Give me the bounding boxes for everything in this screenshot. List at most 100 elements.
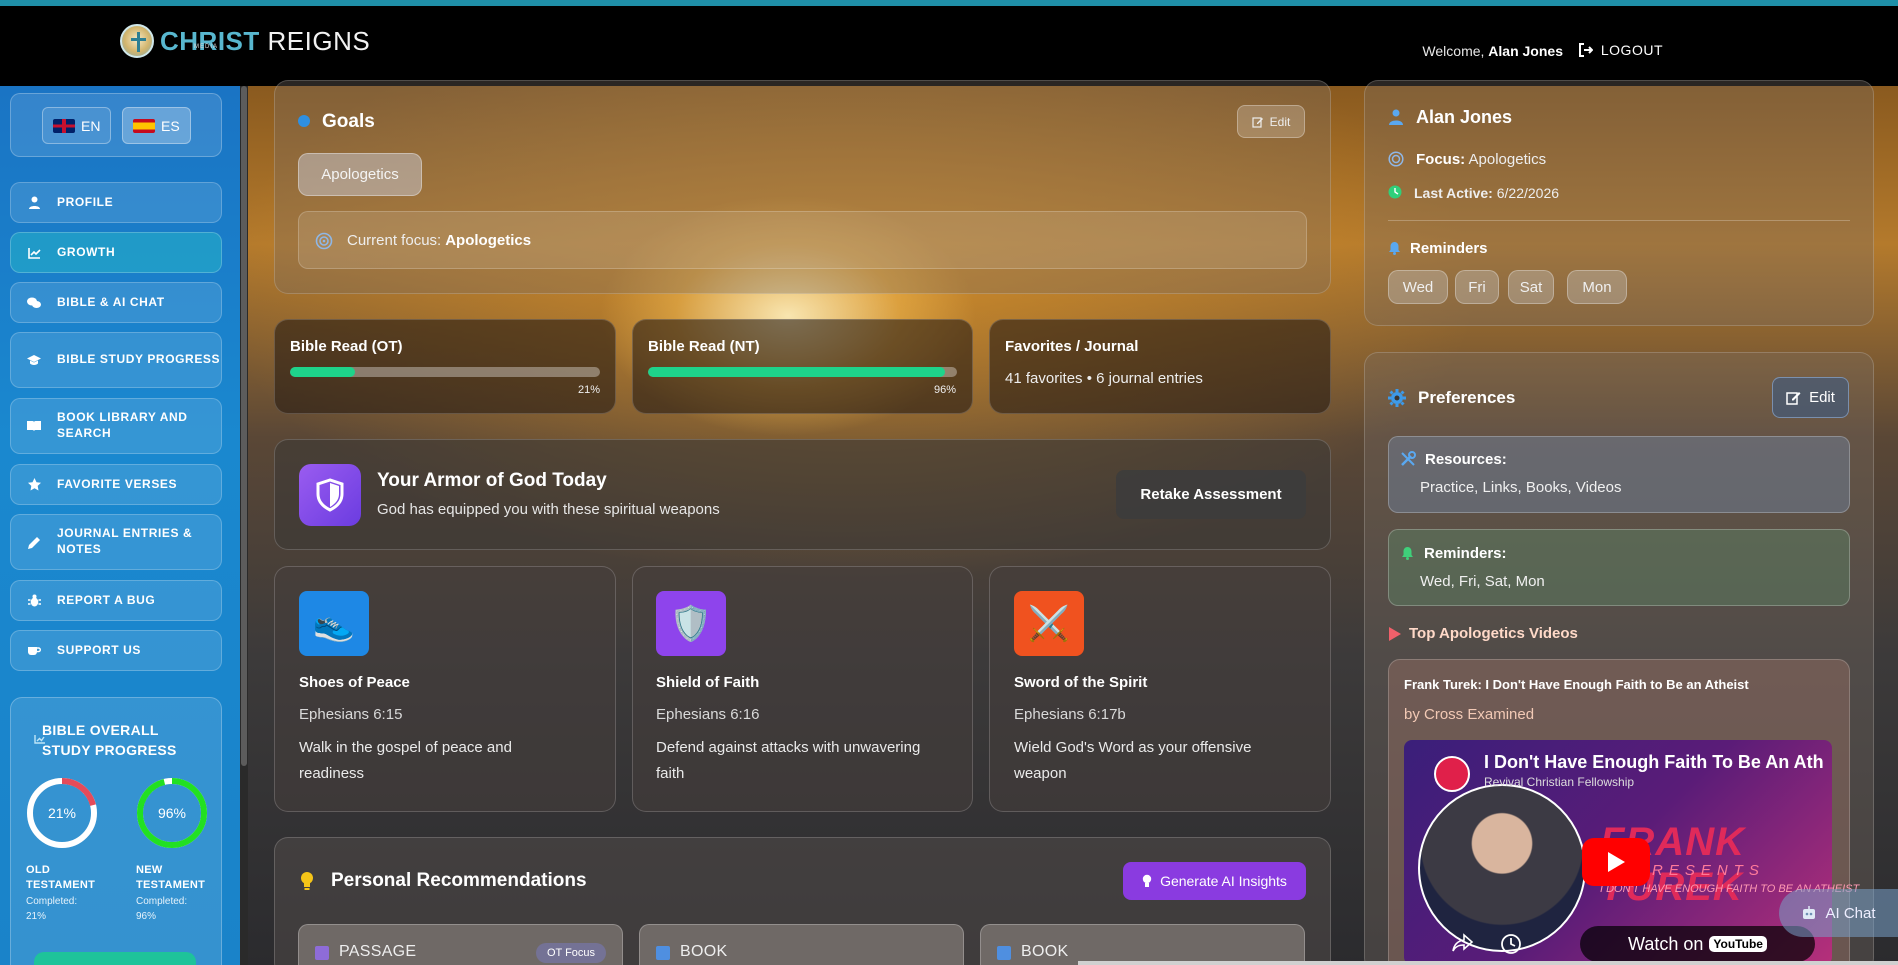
ot-completed: Completed: 21% [26, 896, 78, 922]
sidebar-item-label: BIBLE & AI CHAT [57, 294, 165, 309]
goal-tag[interactable]: Apologetics [298, 153, 422, 196]
reminder-day-chip: Sat [1508, 270, 1554, 304]
ot-label: OLD TESTAMENT [26, 864, 96, 891]
book-open-icon [27, 419, 41, 433]
sidebar-scroll-thumb[interactable] [241, 86, 247, 766]
weapon-ref: Ephesians 6:16 [656, 706, 760, 723]
sidebar-item-label: JOURNAL ENTRIES & NOTES [57, 526, 193, 556]
current-focus-box: Current focus: Apologetics [298, 211, 1307, 269]
rec-chip-book[interactable]: BOOK [980, 924, 1305, 965]
sidebar-item-report-bug[interactable]: REPORT A BUG [10, 580, 222, 621]
video-overlay-title[interactable]: I Don't Have Enough Faith To Be An Ath [1484, 752, 1829, 773]
user-icon [1389, 109, 1403, 125]
bell-icon [1402, 547, 1413, 560]
brand-sub: MEDIA [194, 44, 219, 50]
weapon-desc: Walk in the gospel of peace and readines… [299, 739, 512, 782]
weapon-ref: Ephesians 6:15 [299, 706, 403, 723]
weapon-desc: Wield God's Word as your offensive weapo… [1014, 739, 1252, 782]
logout-icon [1578, 43, 1593, 57]
lightbulb-icon [1142, 874, 1152, 887]
sidebar-item-label: PROFILE [57, 194, 114, 209]
bell-icon [1389, 242, 1400, 255]
cross-logo-icon [120, 24, 154, 58]
sidebar-item-label: BIBLE STUDY PROGRESS [57, 352, 221, 367]
pref-resources-label: Resources: [1425, 451, 1507, 468]
generate-ai-insights-button[interactable]: Generate AI Insights [1123, 862, 1306, 900]
uk-flag-icon [53, 118, 75, 133]
robot-icon [1803, 906, 1816, 919]
pref-reminders-label: Reminders: [1424, 545, 1507, 562]
shield-icon: 🛡️ [656, 591, 726, 656]
chat-icon [27, 296, 41, 310]
sidebar-item-support-us[interactable]: SUPPORT US [10, 630, 222, 671]
sidebar-item-book-library[interactable]: BOOK LIBRARY AND SEARCH [10, 398, 222, 454]
lang-en-button[interactable]: EN [42, 107, 112, 144]
bug-icon [27, 594, 41, 608]
sidebar-item-label: SUPPORT US [57, 642, 142, 657]
video-author: by Cross Examined [1404, 706, 1535, 723]
spain-flag-icon [133, 118, 155, 133]
overall-progress-title: BIBLE OVERALL STUDY PROGRESS [42, 722, 177, 758]
stat-fav-title: Favorites / Journal [1005, 338, 1139, 355]
sidebar-item-favorite-verses[interactable]: FAVORITE VERSES [10, 464, 222, 505]
top-videos-heading: Top Apologetics Videos [1409, 625, 1578, 642]
sidebar-item-profile[interactable]: PROFILE [10, 182, 222, 223]
weapon-desc: Defend against attacks with unwavering f… [656, 739, 921, 782]
channel-avatar[interactable] [1434, 756, 1470, 792]
stat-ot-title: Bible Read (OT) [290, 338, 403, 355]
logout-button[interactable]: LOGOUT [1578, 42, 1663, 58]
play-icon [1608, 852, 1625, 872]
video-channel: Revival Christian Fellowship [1484, 775, 1635, 789]
brand-name: CHRIST REIGNS [160, 26, 371, 56]
book-icon [656, 946, 670, 960]
profile-focus: Focus: Apologetics [1416, 151, 1547, 168]
youtube-play-button[interactable] [1582, 838, 1650, 886]
star-icon [27, 478, 41, 492]
top-header: CHRIST REIGNS MEDIA Welcome, Alan Jones … [0, 6, 1898, 86]
sidebar-item-journal[interactable]: JOURNAL ENTRIES & NOTES [10, 514, 222, 570]
sidebar-item-bible-ai-chat[interactable]: BIBLE & AI CHAT [10, 282, 222, 323]
progress-action-button[interactable] [34, 952, 196, 965]
sidebar-item-label: FAVORITE VERSES [57, 476, 178, 491]
retake-assessment-button[interactable]: Retake Assessment [1116, 470, 1306, 519]
lang-es-button[interactable]: ES [122, 107, 191, 144]
sidebar-item-label: BOOK LIBRARY AND SEARCH [57, 410, 188, 440]
chart-line-icon [27, 246, 41, 260]
user-icon [27, 196, 41, 210]
sidebar-item-growth[interactable]: GROWTH [10, 232, 222, 273]
reminders-title: Reminders [1410, 240, 1488, 257]
stat-fav-text: 41 favorites • 6 journal entries [1005, 370, 1203, 387]
play-icon [1389, 627, 1401, 641]
ot-progress-pct: 21% [578, 384, 601, 396]
horizontal-scrollbar[interactable] [1078, 961, 1898, 965]
sword-icon: ⚔️ [1014, 591, 1084, 656]
profile-last-active: Last Active: 6/22/2026 [1414, 185, 1560, 201]
profile-name: Alan Jones [1416, 107, 1513, 127]
video-title[interactable]: Frank Turek: I Don't Have Enough Faith t… [1404, 677, 1749, 692]
goals-edit-button[interactable]: Edit [1237, 105, 1305, 138]
ot-progress-bar [290, 367, 600, 377]
reminder-day-chip: Mon [1567, 270, 1627, 304]
brand-logo[interactable]: CHRIST REIGNS [120, 24, 370, 58]
edit-icon [1786, 392, 1801, 405]
watch-later-icon[interactable] [1500, 933, 1522, 955]
ai-chat-button[interactable]: AI Chat [1779, 889, 1898, 937]
share-icon[interactable] [1452, 933, 1474, 953]
book-icon [997, 946, 1011, 960]
nt-label: NEW TESTAMENT [136, 864, 206, 891]
coffee-icon [27, 644, 41, 658]
sidebar-item-bible-study-progress[interactable]: BIBLE STUDY PROGRESS [10, 332, 222, 388]
pencil-icon [27, 535, 41, 549]
pref-reminders-value: Wed, Fri, Sat, Mon [1420, 573, 1545, 590]
tools-icon [1401, 451, 1416, 466]
stat-nt-title: Bible Read (NT) [648, 338, 760, 355]
book-open-icon [315, 946, 329, 960]
recommendations-title: Personal Recommendations [331, 870, 587, 891]
clock-icon [1388, 185, 1402, 199]
nt-progress-ring: 96% [137, 778, 207, 848]
edit-icon [1252, 116, 1263, 128]
preferences-edit-button[interactable]: Edit [1772, 377, 1849, 418]
rec-chip-book[interactable]: BOOK [639, 924, 964, 965]
watch-on-youtube-button[interactable]: Watch on YouTube [1580, 926, 1815, 962]
goals-title: Goals [322, 111, 375, 132]
